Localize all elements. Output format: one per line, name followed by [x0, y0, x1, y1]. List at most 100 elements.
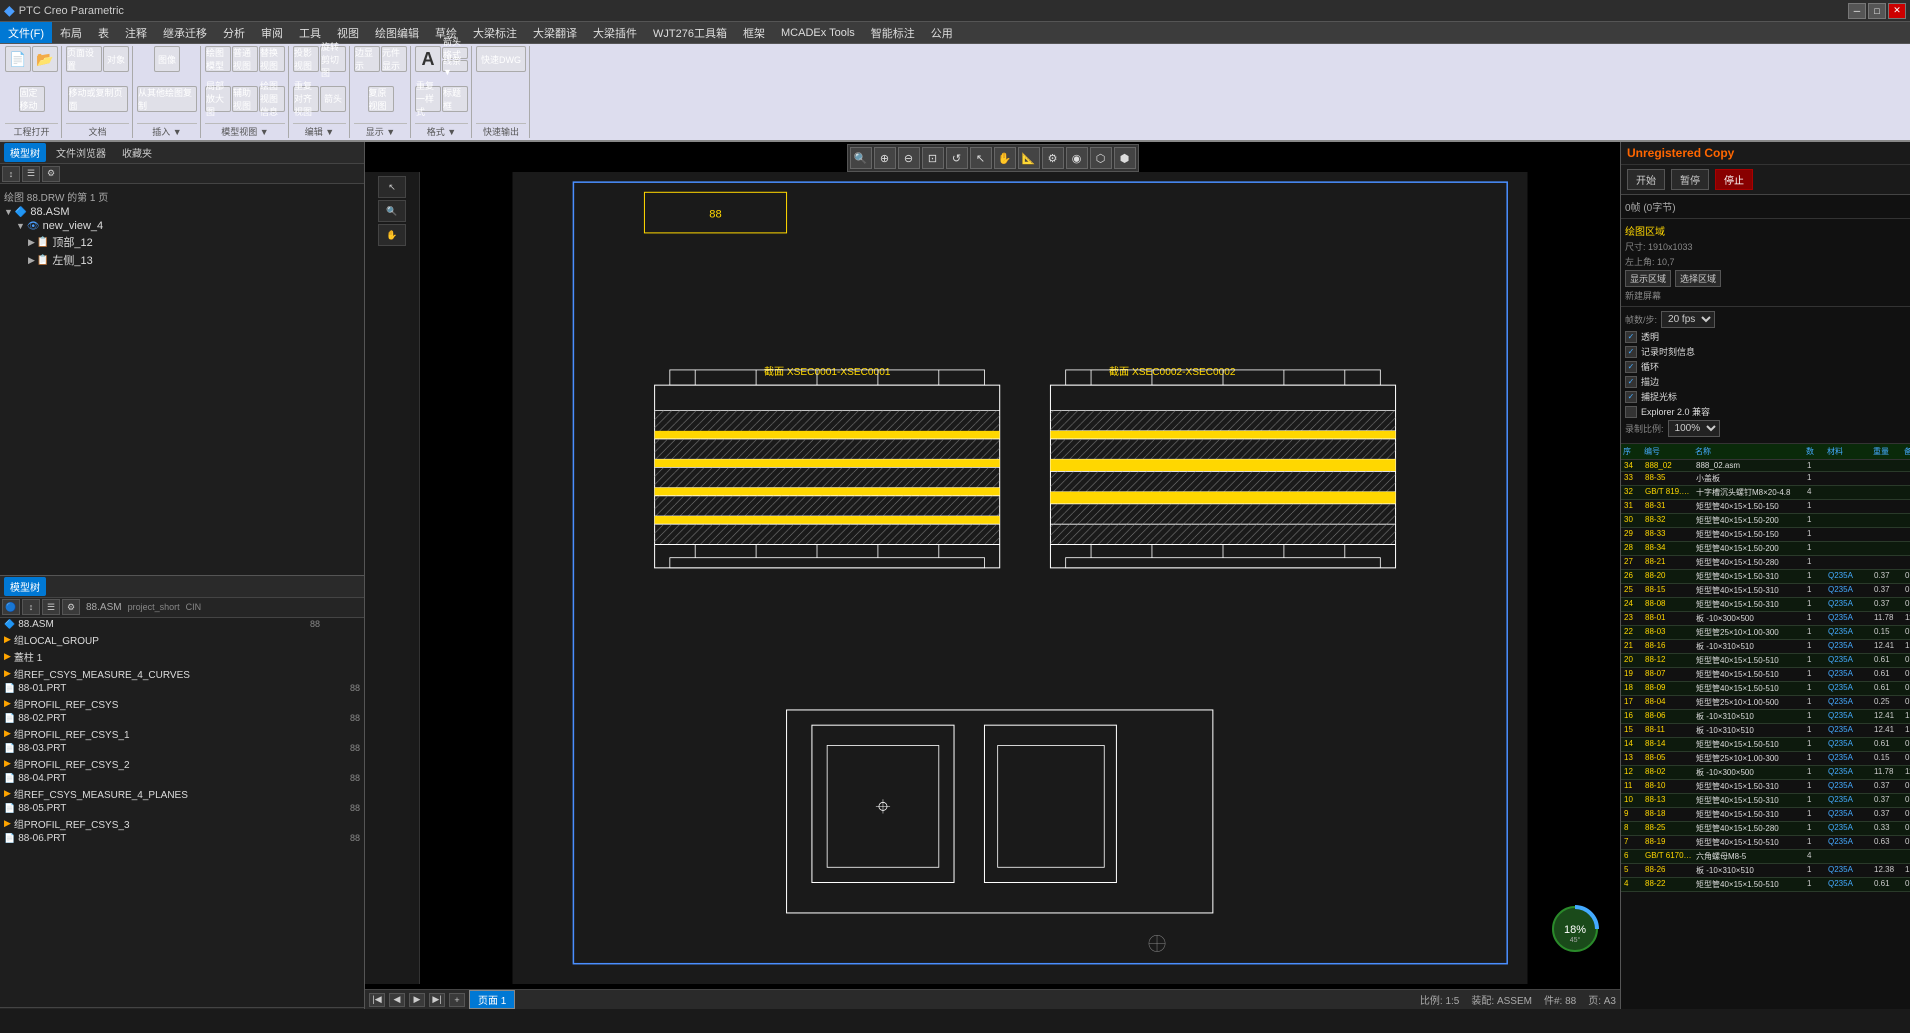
menu-file[interactable]: 文件(F) [0, 22, 52, 43]
canvas-page-prev-btn[interactable]: ◀ [389, 993, 405, 1007]
toolbar-title-box-btn[interactable]: 标题框 [442, 86, 468, 112]
toolbar-normal-view-btn[interactable]: 普通视图 [232, 46, 258, 72]
toolbar-text-style-btn[interactable]: A [415, 46, 441, 72]
menu-table[interactable]: 表 [90, 22, 117, 43]
menu-analysis[interactable]: 分析 [215, 22, 253, 43]
toolbar-replace-view-btn[interactable]: 替换视图 [259, 46, 285, 72]
panel-tab-favorites[interactable]: 收藏夹 [116, 143, 158, 162]
stop-button[interactable]: 停止 [1715, 169, 1753, 190]
canvas-page-next-btn[interactable]: ▶ [409, 993, 425, 1007]
tree-item-top12[interactable]: ▶ 📋 顶部_12 [4, 233, 360, 251]
ruler-btn-select[interactable]: ↖ [378, 176, 406, 198]
bottom-tree-toolbar-btn3[interactable]: ☰ [42, 599, 60, 615]
bottom-tree-profil-ref[interactable]: ▶ 组PROFIL_REF_CSYS [0, 695, 364, 712]
record-time-checkbox[interactable] [1625, 346, 1637, 358]
ruler-btn-zoom[interactable]: 🔍 [378, 200, 406, 222]
canvas-zoom-out-btn[interactable]: ⊖ [898, 147, 920, 169]
canvas-page-tab-1[interactable]: 页面 1 [469, 990, 515, 1009]
tree-item-new-view4[interactable]: ▼ 👁 new_view_4 [4, 219, 360, 233]
menu-beam-plugin[interactable]: 大梁插件 [585, 22, 645, 43]
bottom-tree-toolbar-btn1[interactable]: 🔵 [2, 599, 20, 615]
canvas-area[interactable]: 🔍 ⊕ ⊖ ⊡ ↺ ↖ ✋ 📐 ⚙ ◉ ⬡ ⬢ 88 截面 XSEC [365, 142, 1620, 1009]
toolbar-repeat-style-btn[interactable]: 重复一样式 [415, 86, 441, 112]
ruler-btn-pan[interactable]: ✋ [378, 224, 406, 246]
menu-smart-anno[interactable]: 智能标注 [863, 22, 923, 43]
menu-frame[interactable]: 框架 [735, 22, 773, 43]
tree-toolbar-btn2[interactable]: ☰ [22, 166, 40, 182]
scale-select[interactable]: 100% 50% 75% [1668, 420, 1720, 437]
toolbar-part-display-btn[interactable]: 元件显示 [381, 46, 407, 72]
close-button[interactable]: ✕ [1888, 3, 1906, 19]
canvas-zoom-in-btn[interactable]: ⊕ [874, 147, 896, 169]
canvas-measure-btn[interactable]: 📐 [1018, 147, 1040, 169]
bottom-tree-88asm[interactable]: 🔷 88.ASM 88 [0, 618, 364, 631]
toolbar-arrow-btn[interactable]: 箭头 [320, 86, 346, 112]
menu-review[interactable]: 审阅 [253, 22, 291, 43]
menu-layout[interactable]: 布局 [52, 22, 90, 43]
menu-public[interactable]: 公用 [923, 22, 961, 43]
toolbar-image-btn[interactable]: 图像 [154, 46, 180, 72]
toolbar-aux-view-btn[interactable]: 辅助视图 [232, 86, 258, 112]
mouse-checkbox[interactable] [1625, 391, 1637, 403]
select-region-btn[interactable]: 选择区域 [1675, 270, 1721, 287]
minimize-button[interactable]: ─ [1848, 3, 1866, 19]
bottom-tree-88-04[interactable]: 📄 88-04.PRT 88 [0, 772, 364, 785]
bottom-tree-cover1[interactable]: ▶ 蓋柱 1 [0, 648, 364, 665]
bottom-tree-88-02[interactable]: 📄 88-02.PRT 88 [0, 712, 364, 725]
menu-wjt276[interactable]: WJT276工具箱 [645, 22, 735, 43]
canvas-tool1-btn[interactable]: ⚙ [1042, 147, 1064, 169]
toolbar-restore-view-btn[interactable]: 复原视图 [368, 86, 394, 112]
bottom-tree-profil-ref3[interactable]: ▶ 组PROFIL_REF_CSYS_3 [0, 815, 364, 832]
bottom-tree-local-group[interactable]: ▶ 组LOCAL_GROUP [0, 631, 364, 648]
canvas-zoom-fit-btn[interactable]: ⊡ [922, 147, 944, 169]
toolbar-object-btn[interactable]: 对象 [103, 46, 129, 72]
menu-annotation[interactable]: 注释 [117, 22, 155, 43]
toolbar-line-style-btn[interactable]: 线条 ▼ [442, 60, 468, 72]
toolbar-fix-move-btn[interactable]: 固定移动 [19, 86, 45, 112]
transparent-checkbox[interactable] [1625, 331, 1637, 343]
toolbar-copy-from-btn[interactable]: 从其他绘图复制 [137, 86, 197, 112]
menu-mcadex[interactable]: MCADEx Tools [773, 22, 863, 43]
bottom-tree-88-01[interactable]: 📄 88-01.PRT 88 [0, 682, 364, 695]
bottom-tree-88-06[interactable]: 📄 88-06.PRT 88 [0, 832, 364, 845]
canvas-page-last-btn[interactable]: ▶| [429, 993, 445, 1007]
menu-inherit[interactable]: 继承迁移 [155, 22, 215, 43]
canvas-tool2-btn[interactable]: ◉ [1066, 147, 1088, 169]
bottom-tree-toolbar-btn4[interactable]: ⚙ [62, 599, 80, 615]
loop-checkbox[interactable] [1625, 361, 1637, 373]
bottom-tree-profil-ref2[interactable]: ▶ 组PROFIL_REF_CSYS_2 [0, 755, 364, 772]
tree-item-88asm[interactable]: ▼ 🔷 88.ASM [4, 205, 360, 219]
show-region-btn[interactable]: 显示区域 [1625, 270, 1671, 287]
bottom-tree-profil-ref1[interactable]: ▶ 组PROFIL_REF_CSYS_1 [0, 725, 364, 742]
canvas-tool3-btn[interactable]: ⬡ [1090, 147, 1112, 169]
toolbar-proj-view-btn[interactable]: 投影视图 [293, 46, 319, 72]
toolbar-rotate-cut-btn[interactable]: 旋转剪切图 [320, 46, 346, 72]
toolbar-open-btn[interactable]: 📂 [32, 46, 58, 72]
toolbar-quick-dwg-btn[interactable]: 快速DWG [476, 46, 526, 72]
canvas-rotate-btn[interactable]: ↺ [946, 147, 968, 169]
border-checkbox[interactable] [1625, 376, 1637, 388]
pause-button[interactable]: 暂停 [1671, 169, 1709, 190]
toolbar-move-copy-btn[interactable]: 移动或复制页面 [68, 86, 128, 112]
bottom-tree-toolbar-btn2[interactable]: ↕ [22, 599, 40, 615]
canvas-tool4-btn[interactable]: ⬢ [1114, 147, 1136, 169]
start-button[interactable]: 开始 [1627, 169, 1665, 190]
canvas-zoom-window-btn[interactable]: 🔍 [850, 147, 872, 169]
toolbar-view-info-btn[interactable]: 绘图视图信息 [259, 86, 285, 112]
menu-beam-trans[interactable]: 大梁翻译 [525, 22, 585, 43]
tree-item-left13[interactable]: ▶ 📋 左侧_13 [4, 251, 360, 269]
panel-tab-file-browser[interactable]: 文件浏览器 [50, 143, 112, 162]
menu-drawing-edit[interactable]: 绘图编辑 [367, 22, 427, 43]
menu-beam-anno[interactable]: 大梁标注 [465, 22, 525, 43]
canvas-select-btn[interactable]: ↖ [970, 147, 992, 169]
toolbar-local-view-btn[interactable]: 局部放大图 [205, 86, 231, 112]
canvas-pan-btn[interactable]: ✋ [994, 147, 1016, 169]
canvas-page-add-btn[interactable]: + [449, 993, 465, 1007]
bottom-tree-ref-planes[interactable]: ▶ 组REF_CSYS_MEASURE_4_PLANES [0, 785, 364, 802]
toolbar-drawing-model-btn[interactable]: 绘图模型 [205, 46, 231, 72]
explorer-checkbox[interactable] [1625, 406, 1637, 418]
bottom-tree-ref-csys[interactable]: ▶ 组REF_CSYS_MEASURE_4_CURVES [0, 665, 364, 682]
fps-select[interactable]: 20 fps 10 fps 30 fps [1661, 311, 1715, 328]
tree-toolbar-btn1[interactable]: ↕ [2, 166, 20, 182]
maximize-button[interactable]: □ [1868, 3, 1886, 19]
